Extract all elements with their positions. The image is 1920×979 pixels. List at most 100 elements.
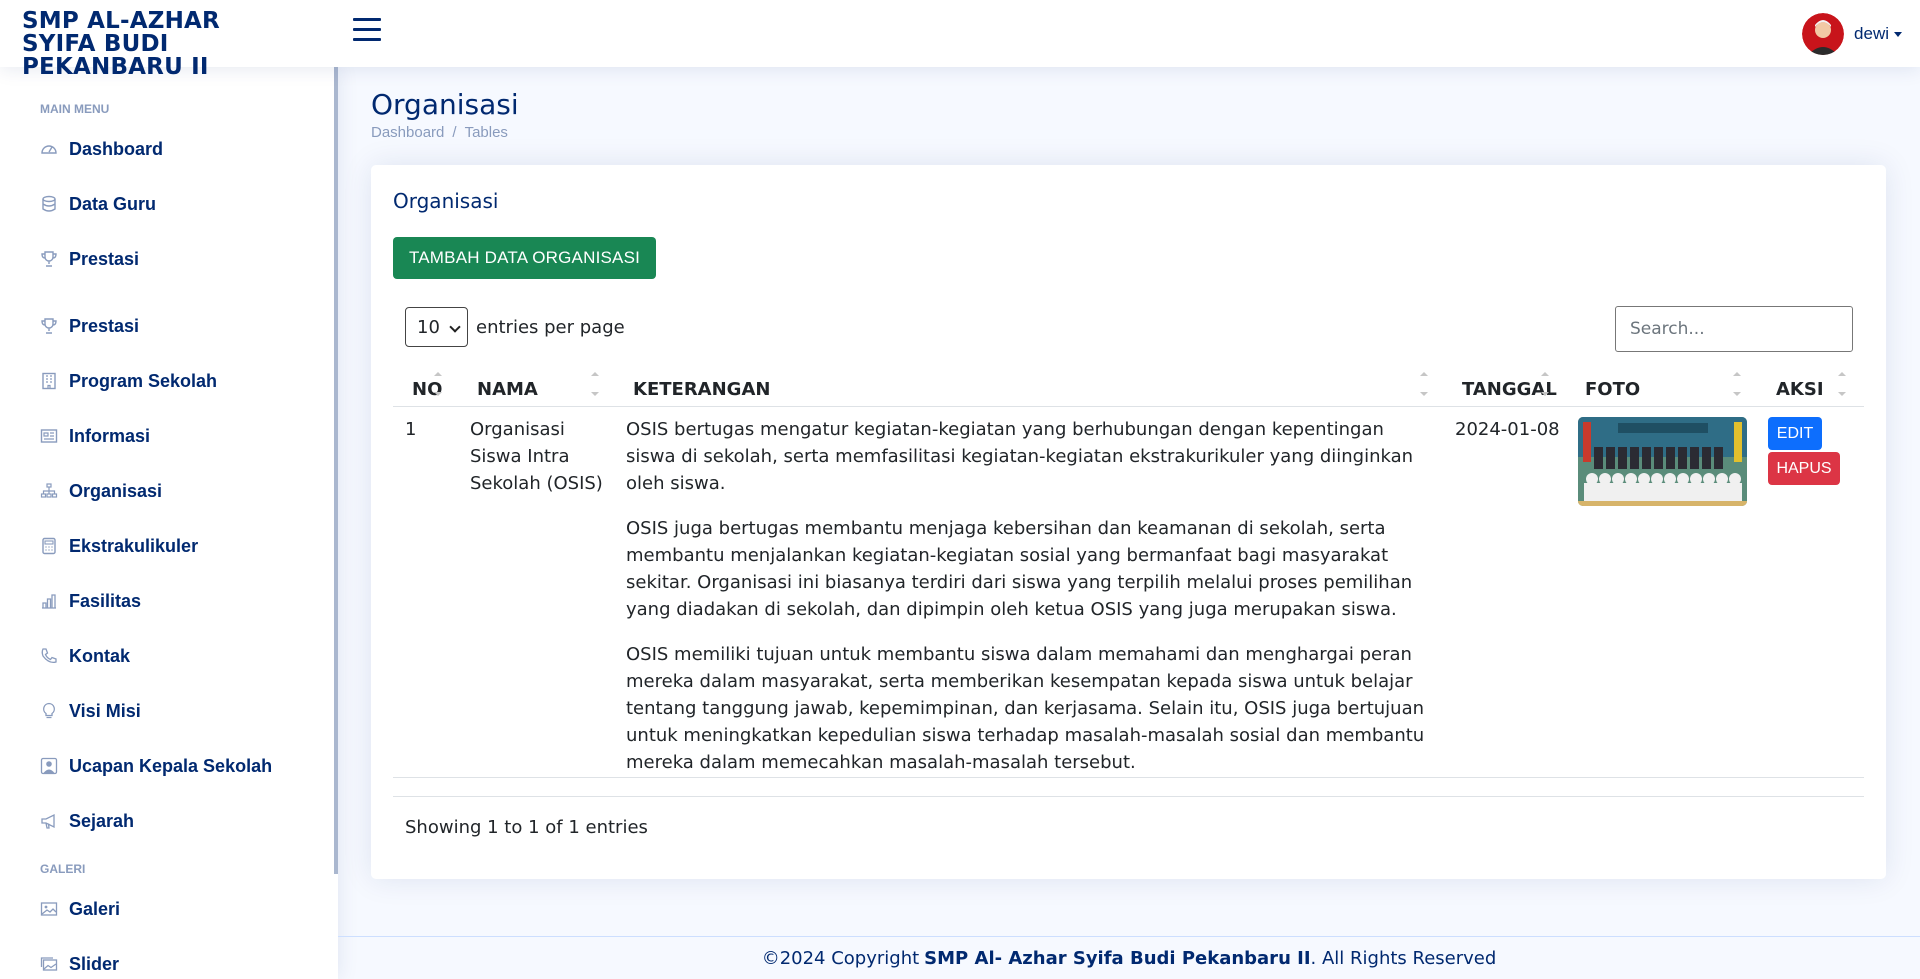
sidebar-item-visi-misi[interactable]: Visi Misi <box>40 698 141 724</box>
sidebar-item-program-sekolah[interactable]: Program Sekolah <box>40 368 217 394</box>
entries-per-page-select[interactable]: 10 <box>405 307 468 347</box>
sort-icon <box>591 372 599 396</box>
add-organisasi-button[interactable]: TAMBAH DATA ORGANISASI <box>393 237 656 279</box>
sidebar-item-ucapan-kepala-sekolah[interactable]: Ucapan Kepala Sekolah <box>40 753 272 779</box>
newspaper-icon <box>40 427 58 445</box>
footer-suffix: . All Rights Reserved <box>1310 947 1497 969</box>
column-header-aksi[interactable]: AKSI <box>1776 371 1824 407</box>
column-header-nama[interactable]: NAMA <box>477 371 538 407</box>
sidebar-item-label: Dashboard <box>69 138 164 159</box>
sidebar-item-label: Fasilitas <box>69 590 142 611</box>
page-title-block: Organisasi <box>371 88 519 121</box>
sidebar-item-slider[interactable]: Slider <box>40 951 119 977</box>
nav-heading-galeri: GALERI <box>40 862 86 876</box>
sidebar-item-label: Informasi <box>69 425 151 446</box>
telephone-icon <box>40 647 58 665</box>
sidebar-item-label: Visi Misi <box>69 700 141 721</box>
chevron-down-icon <box>449 321 461 333</box>
database-icon <box>40 195 58 213</box>
table-bottom-divider <box>393 796 1864 797</box>
sidebar-item-label: Data Guru <box>69 193 157 214</box>
page-title: Organisasi <box>371 88 519 121</box>
sidebar-item-galeri[interactable]: Galeri <box>40 896 120 922</box>
sidebar-item-label: Prestasi <box>69 315 140 336</box>
breadcrumb: Dashboard / Tables <box>371 124 508 141</box>
calculator-icon <box>40 537 58 555</box>
lightbulb-icon <box>40 702 58 720</box>
sort-icon <box>1541 372 1549 396</box>
sort-icon <box>434 372 442 396</box>
entries-per-page-label: entries per page <box>476 316 625 338</box>
person-square-icon <box>40 757 58 775</box>
sort-icon <box>1733 372 1741 396</box>
sidebar-item-informasi[interactable]: Informasi <box>40 423 150 449</box>
column-header-label: AKSI <box>1776 378 1824 400</box>
pagination-info: Showing 1 to 1 of 1 entries <box>405 817 648 838</box>
sidebar-item-dashboard[interactable]: Dashboard <box>40 136 163 162</box>
column-header-foto[interactable]: FOTO <box>1585 371 1640 407</box>
entries-per-page-control: 10 entries per page <box>405 307 625 347</box>
sidebar-item-data-guru[interactable]: Data Guru <box>40 191 156 217</box>
column-header-label: NAMA <box>477 378 538 400</box>
speedometer-icon <box>40 140 58 158</box>
image-icon <box>40 900 58 918</box>
sidebar-toggle-button[interactable] <box>353 18 381 46</box>
sidebar-item-ekstrakulikuler[interactable]: Ekstrakulikuler <box>40 533 198 559</box>
sidebar-item-prestasi-2[interactable]: Prestasi <box>40 313 139 339</box>
building-icon <box>40 372 58 390</box>
hamburger-icon-bar <box>353 28 381 31</box>
breadcrumb-dashboard-link[interactable]: Dashboard <box>371 124 444 141</box>
diagram-icon <box>40 482 58 500</box>
cell-no: 1 <box>405 419 417 440</box>
delete-button[interactable]: HAPUS <box>1768 452 1840 485</box>
footer-prefix: ©2024 Copyright <box>761 947 920 969</box>
sidebar-item-kontak[interactable]: Kontak <box>40 643 130 669</box>
card-title: Organisasi <box>393 189 499 213</box>
breadcrumb-separator: / <box>452 124 457 141</box>
trophy-icon <box>40 317 58 335</box>
bar-chart-icon <box>40 592 58 610</box>
entries-per-page-value: 10 <box>417 316 440 338</box>
column-header-label: FOTO <box>1585 378 1641 400</box>
sidebar-item-prestasi[interactable]: Prestasi <box>40 246 139 272</box>
footer-org-name: SMP Al- Azhar Syifa Budi Pekanbaru II <box>924 947 1311 969</box>
sidebar: MAIN MENU Dashboard Data Guru Prestasi P… <box>0 67 338 979</box>
sidebar-item-label: Ekstrakulikuler <box>69 535 199 556</box>
table-header-divider <box>393 406 1864 407</box>
sidebar-scrollbar[interactable] <box>334 67 338 874</box>
sidebar-item-fasilitas[interactable]: Fasilitas <box>40 588 141 614</box>
nav-heading-main: MAIN MENU <box>40 102 110 116</box>
brand-logo-text[interactable]: SMP AL-AZHAR SYIFA BUDI PEKANBARU II <box>22 10 282 79</box>
sort-icon <box>1420 372 1428 396</box>
hamburger-icon-bar <box>353 18 381 21</box>
trophy-icon <box>40 250 58 268</box>
sidebar-item-label: Slider <box>69 953 120 974</box>
sidebar-item-label: Galeri <box>69 898 121 919</box>
breadcrumb-current: Tables <box>464 124 508 141</box>
sidebar-item-label: Program Sekolah <box>69 370 218 391</box>
user-name: dewi <box>1854 24 1889 43</box>
sidebar-item-label: Organisasi <box>69 480 163 501</box>
sort-icon <box>1838 372 1846 396</box>
keterangan-paragraph: OSIS memiliki tujuan untuk membantu sisw… <box>626 644 1425 773</box>
sidebar-item-label: Prestasi <box>69 248 140 269</box>
footer: ©2024 Copyright SMP Al- Azhar Syifa Budi… <box>338 936 1920 979</box>
header: SMP AL-AZHAR SYIFA BUDI PEKANBARU II dew… <box>0 0 1920 79</box>
sidebar-item-sejarah[interactable]: Sejarah <box>40 808 134 834</box>
chevron-down-icon <box>1894 31 1902 37</box>
sidebar-item-label: Sejarah <box>69 810 135 831</box>
cell-keterangan: OSIS bertugas mengatur kegiatan-kegiatan… <box>626 416 1429 794</box>
sidebar-item-organisasi[interactable]: Organisasi <box>40 478 162 504</box>
organisasi-photo[interactable] <box>1578 417 1747 506</box>
user-profile-dropdown[interactable]: dewi <box>1802 13 1902 55</box>
organisasi-card: Organisasi TAMBAH DATA ORGANISASI 10 ent… <box>371 165 1886 879</box>
sidebar-item-label: Kontak <box>69 645 131 666</box>
search-input[interactable]: Search... <box>1615 306 1853 352</box>
edit-button[interactable]: EDIT <box>1768 417 1822 450</box>
hamburger-icon-bar <box>353 38 381 41</box>
cell-nama: Organisasi Siswa Intra Sekolah (OSIS) <box>470 419 603 494</box>
images-icon <box>40 955 58 973</box>
column-header-keterangan[interactable]: KETERANGAN <box>633 371 770 407</box>
sidebar-item-label: Ucapan Kepala Sekolah <box>69 755 273 776</box>
avatar <box>1802 13 1845 55</box>
